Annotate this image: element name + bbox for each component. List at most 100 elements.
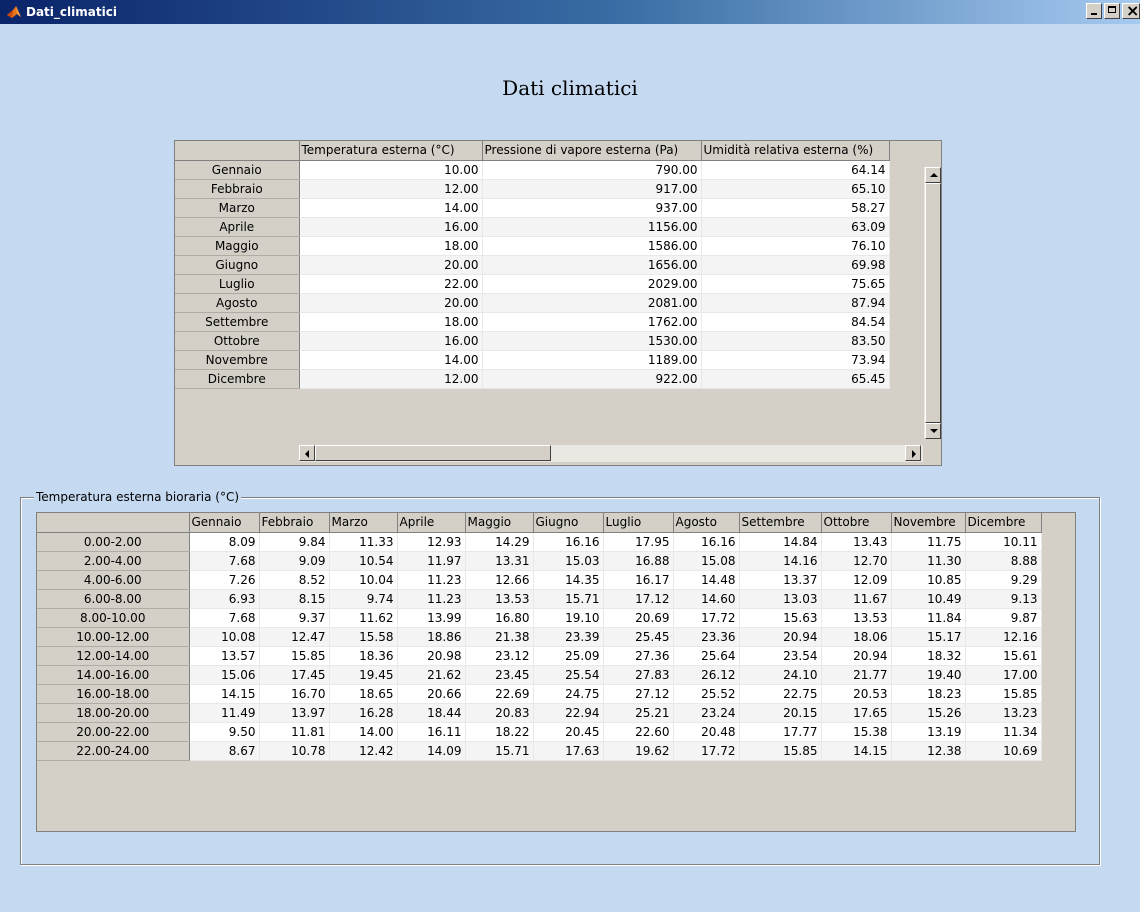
- table-cell[interactable]: 17.72: [673, 741, 740, 761]
- table-cell[interactable]: 17.63: [533, 741, 604, 761]
- table-cell[interactable]: 76.10: [701, 236, 890, 256]
- monthly-horizontal-scrollbar[interactable]: [299, 445, 923, 462]
- table-cell[interactable]: 27.12: [603, 684, 674, 704]
- table-cell[interactable]: 11.23: [397, 589, 466, 609]
- table-cell[interactable]: 12.00: [299, 179, 483, 199]
- table-cell[interactable]: 11.67: [821, 589, 892, 609]
- horizontal-scroll-thumb[interactable]: [315, 445, 551, 461]
- table-cell[interactable]: 937.00: [482, 198, 702, 218]
- table-cell[interactable]: 922.00: [482, 369, 702, 389]
- table-cell[interactable]: 15.85: [739, 741, 822, 761]
- table-cell[interactable]: 10.00: [299, 160, 483, 180]
- table-cell[interactable]: 20.53: [821, 684, 892, 704]
- window-titlebar[interactable]: Dati_climatici: [0, 0, 1140, 24]
- table-cell[interactable]: 22.69: [465, 684, 534, 704]
- table-cell[interactable]: 20.45: [533, 722, 604, 742]
- table-cell[interactable]: 10.11: [965, 532, 1042, 552]
- table-cell[interactable]: 22.00: [299, 274, 483, 294]
- table-cell[interactable]: 10.49: [891, 589, 966, 609]
- table-cell[interactable]: 13.31: [465, 551, 534, 571]
- scroll-up-button[interactable]: [925, 167, 941, 183]
- table-cell[interactable]: 9.09: [259, 551, 330, 571]
- table-cell[interactable]: 7.26: [189, 570, 260, 590]
- table-cell[interactable]: 9.29: [965, 570, 1042, 590]
- table-cell[interactable]: 25.21: [603, 703, 674, 723]
- table-cell[interactable]: 25.54: [533, 665, 604, 685]
- table-cell[interactable]: 20.00: [299, 293, 483, 313]
- table-cell[interactable]: 75.65: [701, 274, 890, 294]
- table-cell[interactable]: 14.84: [739, 532, 822, 552]
- table-cell[interactable]: 16.80: [465, 608, 534, 628]
- table-cell[interactable]: 9.87: [965, 608, 1042, 628]
- table-cell[interactable]: 11.75: [891, 532, 966, 552]
- table-cell[interactable]: 7.68: [189, 551, 260, 571]
- table-cell[interactable]: 10.04: [329, 570, 398, 590]
- table-cell[interactable]: 23.12: [465, 646, 534, 666]
- table-cell[interactable]: 18.00: [299, 312, 483, 332]
- table-cell[interactable]: 16.17: [603, 570, 674, 590]
- table-cell[interactable]: 23.36: [673, 627, 740, 647]
- table-cell[interactable]: 9.37: [259, 608, 330, 628]
- table-cell[interactable]: 23.24: [673, 703, 740, 723]
- monthly-vertical-scrollbar[interactable]: [923, 167, 941, 439]
- table-cell[interactable]: 15.61: [965, 646, 1042, 666]
- table-cell[interactable]: 8.52: [259, 570, 330, 590]
- table-cell[interactable]: 790.00: [482, 160, 702, 180]
- table-cell[interactable]: 16.16: [533, 532, 604, 552]
- table-cell[interactable]: 11.62: [329, 608, 398, 628]
- scroll-thumb[interactable]: [925, 183, 941, 423]
- table-cell[interactable]: 13.37: [739, 570, 822, 590]
- table-cell[interactable]: 63.09: [701, 217, 890, 237]
- table-cell[interactable]: 20.48: [673, 722, 740, 742]
- table-cell[interactable]: 18.86: [397, 627, 466, 647]
- table-cell[interactable]: 18.65: [329, 684, 398, 704]
- table-cell[interactable]: 1762.00: [482, 312, 702, 332]
- table-cell[interactable]: 917.00: [482, 179, 702, 199]
- table-cell[interactable]: 19.45: [329, 665, 398, 685]
- table-cell[interactable]: 8.09: [189, 532, 260, 552]
- table-cell[interactable]: 24.75: [533, 684, 604, 704]
- table-cell[interactable]: 17.65: [821, 703, 892, 723]
- table-cell[interactable]: 16.11: [397, 722, 466, 742]
- table-cell[interactable]: 20.94: [739, 627, 822, 647]
- table-cell[interactable]: 21.38: [465, 627, 534, 647]
- table-cell[interactable]: 19.62: [603, 741, 674, 761]
- table-cell[interactable]: 14.00: [299, 350, 483, 370]
- table-cell[interactable]: 25.09: [533, 646, 604, 666]
- table-cell[interactable]: 13.03: [739, 589, 822, 609]
- table-cell[interactable]: 15.08: [673, 551, 740, 571]
- table-cell[interactable]: 12.38: [891, 741, 966, 761]
- table-cell[interactable]: 10.78: [259, 741, 330, 761]
- table-cell[interactable]: 1586.00: [482, 236, 702, 256]
- table-cell[interactable]: 13.23: [965, 703, 1042, 723]
- table-cell[interactable]: 26.12: [673, 665, 740, 685]
- table-cell[interactable]: 6.93: [189, 589, 260, 609]
- table-cell[interactable]: 18.22: [465, 722, 534, 742]
- table-cell[interactable]: 10.08: [189, 627, 260, 647]
- table-cell[interactable]: 13.99: [397, 608, 466, 628]
- table-cell[interactable]: 25.64: [673, 646, 740, 666]
- table-cell[interactable]: 65.10: [701, 179, 890, 199]
- table-cell[interactable]: 17.12: [603, 589, 674, 609]
- table-cell[interactable]: 14.16: [739, 551, 822, 571]
- table-cell[interactable]: 10.85: [891, 570, 966, 590]
- table-cell[interactable]: 21.77: [821, 665, 892, 685]
- table-cell[interactable]: 20.69: [603, 608, 674, 628]
- table-cell[interactable]: 25.45: [603, 627, 674, 647]
- table-cell[interactable]: 17.77: [739, 722, 822, 742]
- table-cell[interactable]: 20.66: [397, 684, 466, 704]
- table-cell[interactable]: 23.45: [465, 665, 534, 685]
- table-cell[interactable]: 15.63: [739, 608, 822, 628]
- table-cell[interactable]: 18.44: [397, 703, 466, 723]
- table-cell[interactable]: 12.93: [397, 532, 466, 552]
- table-cell[interactable]: 18.06: [821, 627, 892, 647]
- table-cell[interactable]: 64.14: [701, 160, 890, 180]
- table-cell[interactable]: 25.52: [673, 684, 740, 704]
- table-cell[interactable]: 9.13: [965, 589, 1042, 609]
- table-cell[interactable]: 10.54: [329, 551, 398, 571]
- table-cell[interactable]: 14.15: [189, 684, 260, 704]
- table-cell[interactable]: 69.98: [701, 255, 890, 275]
- table-cell[interactable]: 14.00: [299, 198, 483, 218]
- table-cell[interactable]: 11.33: [329, 532, 398, 552]
- table-cell[interactable]: 9.84: [259, 532, 330, 552]
